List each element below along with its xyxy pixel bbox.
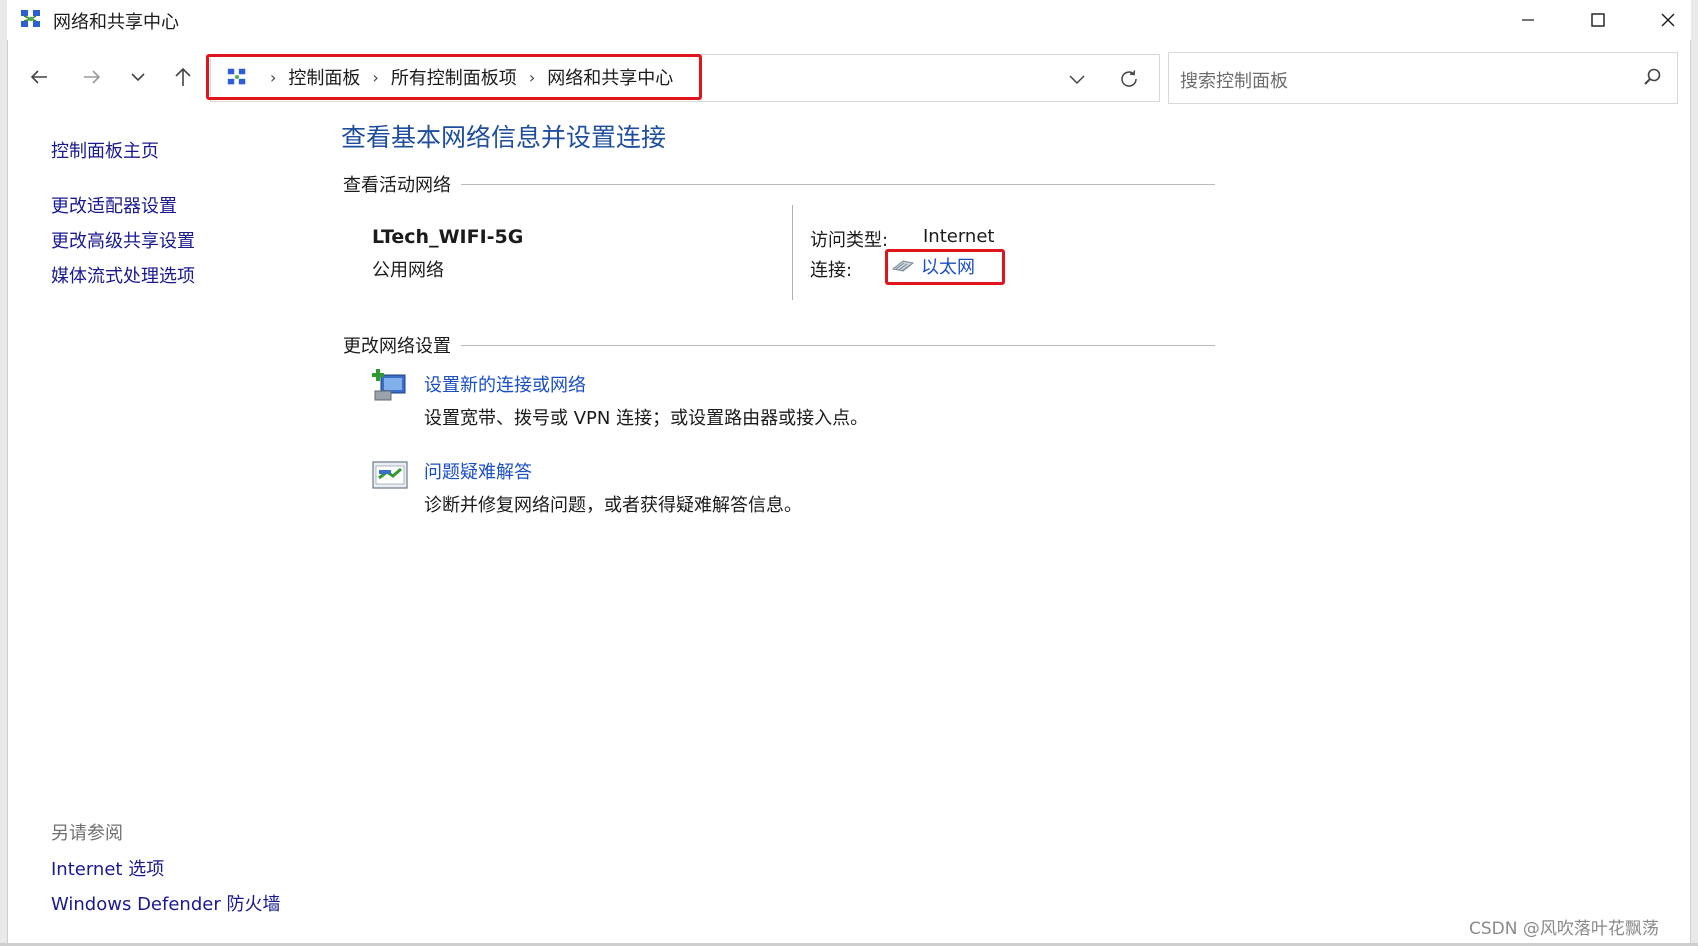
maximize-button[interactable] [1563,0,1633,40]
refresh-icon [1121,70,1137,87]
troubleshoot-link[interactable]: 问题疑难解答 [424,458,532,484]
vertical-divider [792,205,793,300]
access-type-label: 访问类型: [810,230,889,251]
back-button[interactable] [22,60,56,94]
connection-label: 连接: [810,260,853,281]
chevron-down-icon [131,73,145,82]
setup-new-connection-link[interactable]: 设置新的连接或网络 [424,371,586,397]
change-settings-title: 更改网络设置 [343,332,461,358]
title-bar[interactable]: 网络和共享中心 [7,0,1691,40]
access-type-value: Internet [923,226,995,247]
close-button[interactable] [1633,0,1698,40]
section-divider [460,184,1215,185]
nav-change-advanced-sharing[interactable]: 更改高级共享设置 [51,227,195,253]
search-placeholder: 搜索控制面板 [1180,71,1288,92]
page-title: 查看基本网络信息并设置连接 [341,123,667,152]
nav-media-streaming[interactable]: 媒体流式处理选项 [51,262,195,288]
minimize-icon [1522,19,1534,21]
window-right-edge[interactable] [1690,0,1698,946]
refresh-button[interactable] [1112,62,1146,96]
see-also-internet-options[interactable]: Internet 选项 [51,855,164,881]
breadcrumb-highlight-box [206,54,702,100]
search-icon[interactable] [1642,66,1664,88]
minimize-button[interactable] [1493,0,1563,40]
setup-new-connection-desc: 设置宽带、拨号或 VPN 连接；或设置路由器或接入点。 [424,408,869,429]
arrow-left-icon [30,70,47,84]
chevron-down-icon [1069,75,1085,85]
network-center-icon [21,10,40,27]
arrow-right-icon [84,70,101,84]
new-connection-icon [372,369,406,401]
nav-control-panel-home[interactable]: 控制面板主页 [51,137,159,163]
forward-button[interactable] [75,60,109,94]
watermark: CSDN @风吹落叶花飘荡 [1469,919,1659,939]
window-title: 网络和共享中心 [53,12,179,33]
window-left-edge [0,0,8,946]
address-history-button[interactable] [1060,62,1094,96]
see-also-defender-firewall[interactable]: Windows Defender 防火墙 [51,890,280,916]
connection-highlight-box [885,249,1005,285]
recent-locations-button[interactable] [121,60,155,94]
maximize-icon [1591,13,1605,27]
active-networks-title: 查看活动网络 [343,171,461,197]
section-divider [460,345,1215,346]
troubleshoot-icon [372,461,408,489]
arrow-up-icon [175,67,191,86]
network-name: LTech_WIFI-5G [372,226,524,248]
network-type: 公用网络 [372,260,444,281]
troubleshoot-desc: 诊断并修复网络问题，或者获得疑难解答信息。 [424,495,802,516]
nav-change-adapter-settings[interactable]: 更改适配器设置 [51,192,177,218]
close-icon [1661,13,1675,27]
see-also-title: 另请参阅 [51,823,123,844]
up-button[interactable] [166,60,200,94]
